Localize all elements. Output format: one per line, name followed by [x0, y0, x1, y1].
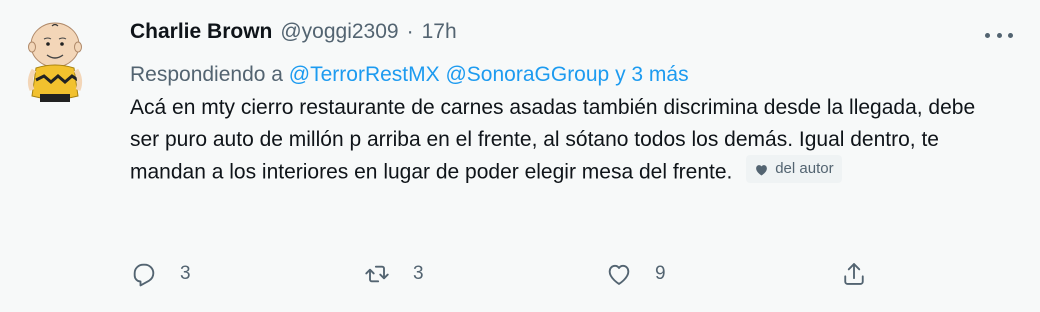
heart-icon — [756, 164, 768, 175]
author-liked-badge: del autor — [746, 155, 842, 183]
retweet-button[interactable]: 3 — [363, 256, 424, 292]
retweet-count: 3 — [413, 263, 424, 284]
retweet-icon — [365, 265, 389, 283]
separator-dot: · — [406, 20, 414, 43]
charlie-brown-avatar-image — [27, 22, 83, 102]
like-count: 9 — [655, 263, 666, 284]
more-dot-icon — [985, 32, 990, 38]
tweet-content: Charlie Brown @yoggi2309 · 17h Respondie… — [130, 20, 1010, 188]
replying-to: Respondiendo a @TerrorRestMX @SonoraGGro… — [130, 60, 1010, 90]
more-options-button[interactable] — [985, 24, 1013, 46]
reply-button[interactable]: 3 — [130, 256, 191, 292]
tweet-timestamp[interactable]: 17h — [422, 20, 457, 44]
tweet-body: Acá en mty cierro restaurante de carnes … — [130, 92, 1010, 188]
author-badge-label: del autor — [775, 160, 834, 177]
heart-icon — [608, 264, 630, 285]
avatar[interactable] — [24, 18, 86, 104]
like-button[interactable]: 9 — [605, 256, 666, 292]
reply-icon — [133, 263, 155, 287]
mention-link-sonoraggroup[interactable]: @SonoraGGroup — [445, 63, 609, 86]
tweet-text: Acá en mty cierro restaurante de carnes … — [130, 96, 976, 184]
reply-count: 3 — [180, 263, 191, 284]
mention-link-terrorrestmx[interactable]: @TerrorRestMX — [289, 63, 440, 86]
replying-to-label: Respondiendo a — [130, 63, 289, 86]
mention-more-link[interactable]: y 3 más — [615, 63, 689, 86]
author-handle[interactable]: @yoggi2309 — [280, 20, 398, 44]
more-dot-icon — [996, 32, 1002, 38]
more-dot-icon — [1008, 32, 1013, 38]
tweet-actions: 3 3 9 — [130, 256, 890, 292]
tweet-header: Charlie Brown @yoggi2309 · 17h — [130, 20, 1010, 52]
tweet[interactable]: Charlie Brown @yoggi2309 · 17h Respondie… — [0, 0, 1040, 312]
share-icon — [844, 263, 864, 285]
author-name[interactable]: Charlie Brown — [130, 20, 272, 44]
share-button[interactable] — [840, 256, 868, 292]
